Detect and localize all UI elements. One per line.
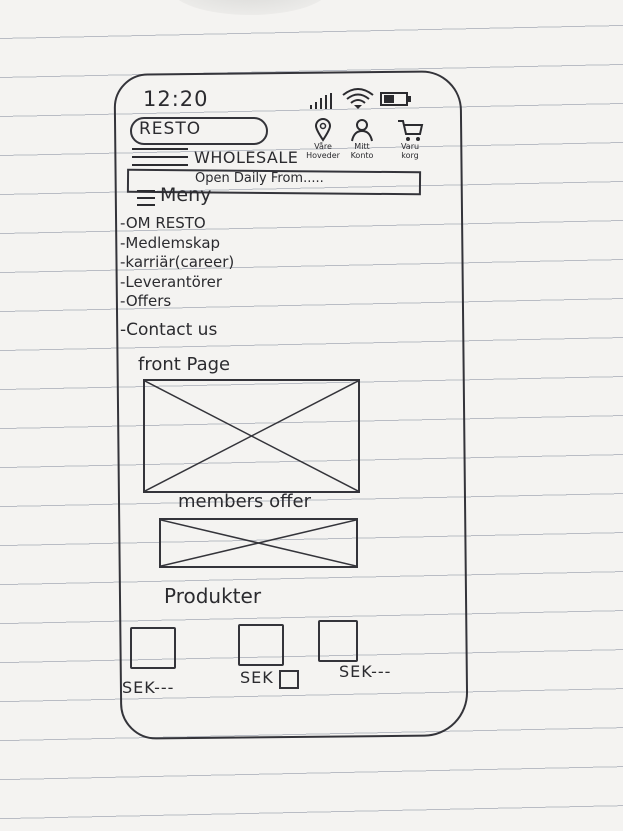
product-card-3[interactable] [318, 620, 358, 662]
front-page-title: front Page [138, 354, 231, 375]
nav-item-contact-us[interactable]: -Contact us [120, 320, 234, 341]
location-label: Våre Hoveder [306, 142, 340, 160]
battery-icon [380, 92, 411, 106]
menu-title: Meny [160, 184, 212, 206]
product-price-3: SEK--- [339, 662, 392, 681]
menu-icon[interactable] [135, 189, 159, 207]
image-placeholder-icon [161, 520, 356, 566]
account-button[interactable]: Mitt Konto [344, 118, 380, 160]
front-page-image-placeholder[interactable] [143, 379, 360, 493]
price-placeholder-box [279, 670, 299, 689]
location-icon [314, 118, 332, 142]
products-title: Produkter [164, 584, 262, 608]
brand-title: WHOLESALE [194, 148, 299, 167]
image-placeholder-icon [145, 381, 358, 491]
nav-item-offers[interactable]: -Offers [120, 292, 234, 312]
cart-button[interactable]: Varu korg [392, 118, 428, 160]
product-price-1: SEK--- [122, 678, 175, 697]
logo: RESTO [139, 119, 202, 139]
status-time: 12:20 [143, 87, 209, 111]
nav-item-medlemskap[interactable]: -Medlemskap [120, 234, 234, 254]
product-card-2[interactable] [238, 624, 284, 666]
product-card-1[interactable] [130, 627, 176, 669]
cart-label: Varu korg [400, 142, 420, 160]
location-button[interactable]: Våre Hoveder [305, 118, 341, 160]
wifi-icon [342, 88, 374, 109]
cart-icon [398, 120, 424, 141]
signal-icon [310, 93, 332, 109]
nav-item-leverantorer[interactable]: -Leverantörer [120, 273, 234, 293]
opening-hours-text: Open Daily From..... [195, 171, 324, 186]
nav-list: -OM RESTO -Medlemskap -karriär(career) -… [120, 214, 234, 340]
nav-item-career[interactable]: -karriär(career) [120, 253, 234, 273]
hamburger-icon[interactable] [130, 146, 190, 168]
product-price-2: SEK [240, 668, 274, 687]
members-offer-image-placeholder[interactable] [159, 518, 358, 568]
account-label: Mitt Konto [350, 142, 374, 160]
members-offer-title: members offer [178, 491, 312, 512]
nav-item-om-resto[interactable]: -OM RESTO [120, 214, 234, 234]
account-icon [351, 119, 373, 142]
